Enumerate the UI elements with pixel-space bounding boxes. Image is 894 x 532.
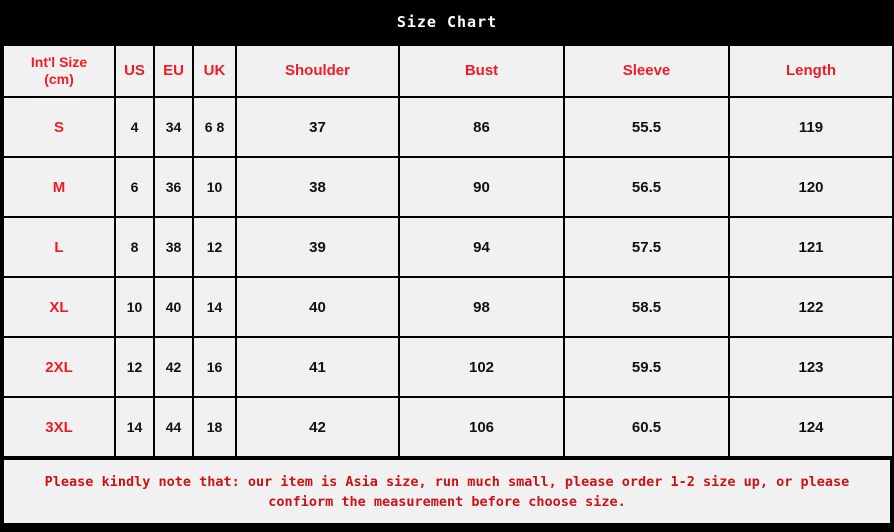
- cell-bust: 94: [398, 216, 565, 278]
- cell-size: 3XL: [2, 396, 116, 458]
- column-header-uk: UK: [192, 44, 237, 98]
- column-header-eu: EU: [153, 44, 194, 98]
- cell-length: 122: [728, 276, 894, 338]
- size-table: Int'l Size (cm) US EU UK Shoulder Bust S…: [2, 44, 894, 458]
- cell-us: 4: [114, 96, 155, 158]
- cell-eu: 40: [153, 276, 194, 338]
- cell-size: XL: [2, 276, 116, 338]
- column-header-intl-size-line1: Int'l Size: [30, 53, 88, 70]
- table-body: S 4 34 6 8 37 86 55.5 119 M 6 36 10 38 9…: [2, 96, 894, 458]
- cell-uk: 16: [192, 336, 237, 398]
- column-header-sleeve: Sleeve: [563, 44, 730, 98]
- column-header-intl-size-line2: (cm): [44, 71, 74, 87]
- cell-eu: 34: [153, 96, 194, 158]
- cell-bust: 98: [398, 276, 565, 338]
- cell-shoulder: 38: [235, 156, 400, 218]
- cell-uk: 18: [192, 396, 237, 458]
- cell-sleeve: 55.5: [563, 96, 730, 158]
- cell-eu: 44: [153, 396, 194, 458]
- cell-uk: 14: [192, 276, 237, 338]
- cell-sleeve: 58.5: [563, 276, 730, 338]
- cell-us: 10: [114, 276, 155, 338]
- cell-sleeve: 56.5: [563, 156, 730, 218]
- cell-bust: 86: [398, 96, 565, 158]
- cell-bust: 102: [398, 336, 565, 398]
- cell-uk: 6 8: [192, 96, 237, 158]
- table-row: S 4 34 6 8 37 86 55.5 119: [2, 96, 894, 158]
- table-row: 3XL 14 44 18 42 106 60.5 124: [2, 396, 894, 458]
- cell-us: 12: [114, 336, 155, 398]
- cell-sleeve: 59.5: [563, 336, 730, 398]
- cell-shoulder: 40: [235, 276, 400, 338]
- column-header-bust: Bust: [398, 44, 565, 98]
- size-table-container: Int'l Size (cm) US EU UK Shoulder Bust S…: [2, 44, 894, 458]
- cell-shoulder: 37: [235, 96, 400, 158]
- cell-length: 124: [728, 396, 894, 458]
- table-row: XL 10 40 14 40 98 58.5 122: [2, 276, 894, 338]
- size-note: Please kindly note that: our item is Asi…: [2, 458, 892, 525]
- cell-size: L: [2, 216, 116, 278]
- column-header-shoulder: Shoulder: [235, 44, 400, 98]
- table-row: 2XL 12 42 16 41 102 59.5 123: [2, 336, 894, 398]
- cell-uk: 10: [192, 156, 237, 218]
- cell-length: 121: [728, 216, 894, 278]
- cell-bust: 90: [398, 156, 565, 218]
- cell-eu: 42: [153, 336, 194, 398]
- cell-sleeve: 60.5: [563, 396, 730, 458]
- title-bar: Size Chart: [0, 0, 894, 44]
- cell-us: 6: [114, 156, 155, 218]
- column-header-length: Length: [728, 44, 894, 98]
- table-row: M 6 36 10 38 90 56.5 120: [2, 156, 894, 218]
- cell-size: M: [2, 156, 116, 218]
- table-header: Int'l Size (cm) US EU UK Shoulder Bust S…: [2, 44, 894, 98]
- cell-shoulder: 39: [235, 216, 400, 278]
- column-header-intl-size: Int'l Size (cm): [2, 44, 116, 98]
- cell-eu: 38: [153, 216, 194, 278]
- cell-us: 8: [114, 216, 155, 278]
- cell-length: 119: [728, 96, 894, 158]
- cell-uk: 12: [192, 216, 237, 278]
- cell-length: 123: [728, 336, 894, 398]
- cell-shoulder: 42: [235, 396, 400, 458]
- table-row: L 8 38 12 39 94 57.5 121: [2, 216, 894, 278]
- cell-bust: 106: [398, 396, 565, 458]
- page-title: Size Chart: [396, 13, 498, 31]
- cell-length: 120: [728, 156, 894, 218]
- table-header-row: Int'l Size (cm) US EU UK Shoulder Bust S…: [2, 44, 894, 98]
- cell-eu: 36: [153, 156, 194, 218]
- cell-size: 2XL: [2, 336, 116, 398]
- size-chart-page: Size Chart Int'l Size (cm) US EU UK Shou…: [0, 0, 894, 532]
- cell-size: S: [2, 96, 116, 158]
- cell-sleeve: 57.5: [563, 216, 730, 278]
- note-container: Please kindly note that: our item is Asi…: [2, 458, 892, 525]
- cell-us: 14: [114, 396, 155, 458]
- cell-shoulder: 41: [235, 336, 400, 398]
- column-header-us: US: [114, 44, 155, 98]
